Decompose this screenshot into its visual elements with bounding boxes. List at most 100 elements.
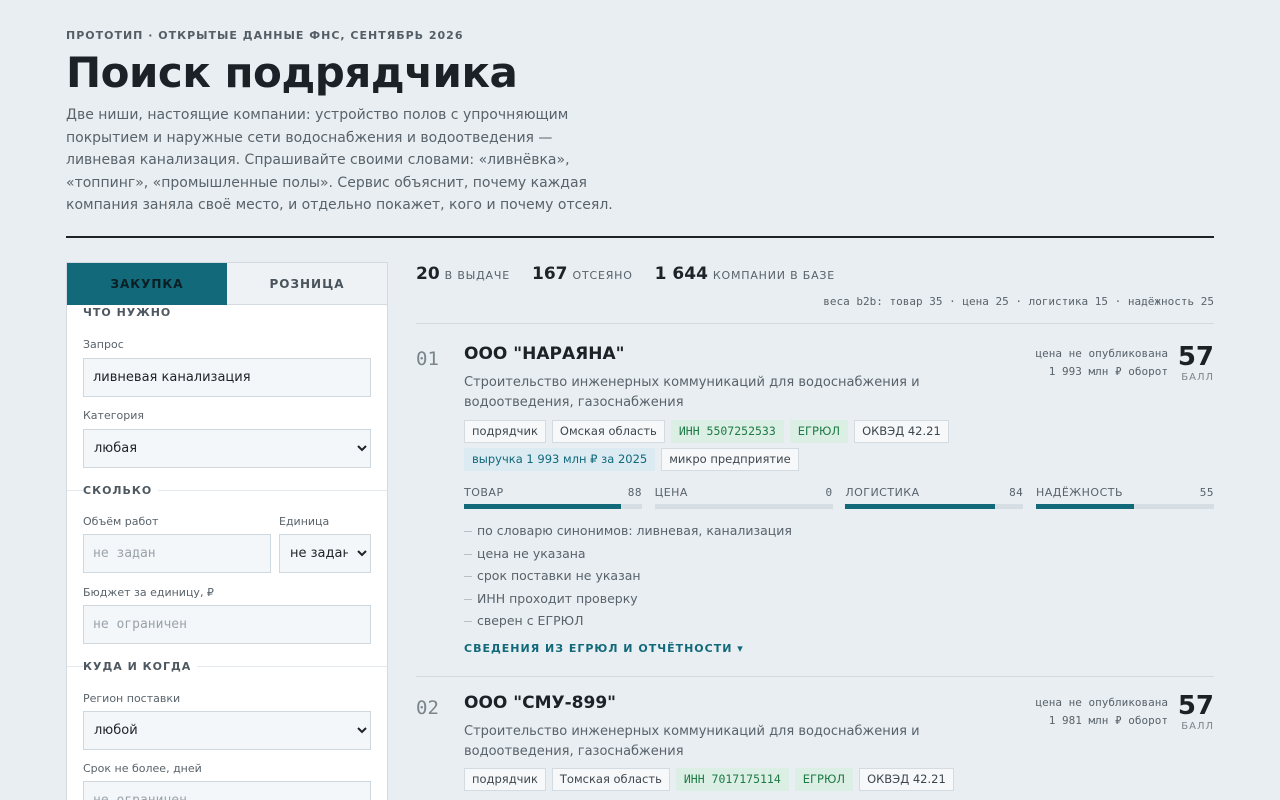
stat-value: 1 644 — [654, 264, 708, 284]
tag-row: выручка 1 993 млн ₽ за 2025 микро предпр… — [464, 448, 805, 471]
score-bars: ТОВАР 88 ЦЕНА 0 ЛОГИСТИКА 84 НАДЁЖНОСТЬ 55 — [464, 486, 1214, 509]
reason-item: ИНН проходит проверку — [464, 588, 792, 611]
bar-track — [464, 504, 642, 509]
bar-value: 55 — [1199, 486, 1214, 499]
tag-inn: ИНН 7017175114 — [675, 768, 789, 791]
region-label: Регион поставки — [83, 692, 181, 705]
tag-row: подрядчик Томская область ИНН 7017175114… — [464, 768, 960, 791]
result-card: 02 ООО "СМУ-899" Строительство инженерны… — [416, 691, 1214, 800]
category-select[interactable]: любая — [83, 429, 371, 468]
bar-track — [845, 504, 1024, 509]
company-description: Строительство инженерных коммуникаций дл… — [464, 724, 920, 759]
reasons-list: по словарю синонимов: ливневая, канализа… — [464, 520, 792, 633]
tag-okved: ОКВЭД 42.21 — [854, 420, 949, 443]
bar-product: ТОВАР 88 — [464, 486, 642, 509]
company-description: Строительство инженерных коммуникаций дл… — [464, 375, 920, 410]
bar-label: ТОВАР — [464, 486, 504, 499]
result-rank: 01 — [416, 348, 439, 370]
stat-label: В ВЫДАЧЕ — [444, 269, 510, 282]
tag-region: Томская область — [551, 768, 670, 791]
turnover: 1 981 млн ₽ оборот — [1048, 714, 1168, 727]
result-rank: 02 — [416, 697, 439, 719]
filter-panel: ЗАКУПКА РОЗНИЦА ЧТО НУЖНО Запрос Категор… — [66, 262, 388, 800]
bar-label: ЛОГИСТИКА — [845, 486, 920, 499]
bar-price: ЦЕНА 0 — [654, 486, 833, 509]
header-divider — [66, 236, 1214, 238]
stat-label: КОМПАНИИ В БАЗЕ — [712, 269, 836, 282]
price-info: цена не опубликована 1 981 млн ₽ оборот — [1036, 694, 1168, 730]
bar-logistics: ЛОГИСТИКА 84 — [845, 486, 1024, 509]
stat-value: 167 — [531, 264, 568, 284]
budget-label: Бюджет за единицу, ₽ — [83, 586, 214, 599]
score-label: БАЛЛ — [1181, 372, 1214, 383]
price-status: цена не опубликована — [1035, 696, 1168, 709]
bar-value: 0 — [825, 486, 833, 499]
page-lead: Две ниши, настоящие компании: устройство… — [66, 107, 613, 213]
category-label: Категория — [83, 409, 144, 422]
company-name[interactable]: ООО "НАРАЯНА" — [464, 344, 624, 364]
tag-region: Омская область — [551, 420, 665, 443]
bar-value: 84 — [1009, 486, 1024, 499]
bar-fill — [464, 504, 621, 509]
bar-fill — [1035, 504, 1134, 509]
deadline-input[interactable] — [83, 781, 371, 800]
bar-label: НАДЁЖНОСТЬ — [1035, 486, 1124, 499]
stat-value: 20 — [416, 264, 440, 284]
volume-label: Объём работ — [83, 515, 159, 528]
reason-item: цена не указана — [464, 543, 792, 566]
card-divider — [416, 676, 1214, 677]
query-input[interactable] — [83, 358, 371, 397]
region-select[interactable]: любой — [83, 711, 371, 750]
score-label: БАЛЛ — [1181, 721, 1214, 732]
deadline-label: Срок не более, дней — [83, 762, 202, 775]
tag-okved: ОКВЭД 42.21 — [859, 768, 954, 791]
results-divider — [416, 323, 1214, 324]
bar-track — [1035, 504, 1214, 509]
price-info: цена не опубликована 1 993 млн ₽ оборот — [1036, 345, 1168, 381]
weights-info: веса b2b: товар 35 · цена 25 · логистика… — [823, 295, 1214, 308]
unit-select[interactable]: не задан — [279, 534, 371, 573]
tag-role: подрядчик — [464, 420, 546, 443]
score: 57 БАЛЛ — [1178, 342, 1214, 383]
bar-track — [654, 504, 833, 509]
section-where-when: КУДА И КОГДА Регион поставки любой Срок … — [67, 660, 387, 800]
details-toggle[interactable]: СВЕДЕНИЯ ИЗ ЕГРЮЛ И ОТЧЁТНОСТИ ▾ — [464, 642, 744, 655]
turnover: 1 993 млн ₽ оборот — [1048, 365, 1168, 378]
score: 57 БАЛЛ — [1178, 691, 1214, 732]
tag-inn: ИНН 5507252533 — [670, 420, 784, 443]
section-how-much: СКОЛЬКО Объём работ Единица не задан Бюд… — [67, 484, 387, 666]
stat-label: ОТСЕЯНО — [572, 269, 633, 282]
reason-item: срок поставки не указан — [464, 565, 792, 588]
stat-filtered: 167 ОТСЕЯНО — [532, 264, 633, 284]
budget-input[interactable] — [83, 605, 371, 644]
reason-item: сверен с ЕГРЮЛ — [464, 610, 792, 633]
page-title: Поиск подрядчика — [66, 48, 518, 97]
result-stats: 20 В ВЫДАЧЕ 167 ОТСЕЯНО 1 644 КОМПАНИИ В… — [416, 264, 857, 284]
stat-total: 1 644 КОМПАНИИ В БАЗЕ — [655, 264, 835, 284]
bar-fill — [845, 504, 995, 509]
bar-label: ЦЕНА — [654, 486, 688, 499]
tag-role: подрядчик — [464, 768, 546, 791]
bar-reliability: НАДЁЖНОСТЬ 55 — [1035, 486, 1214, 509]
mode-tabs: ЗАКУПКА РОЗНИЦА — [67, 263, 387, 305]
score-value: 57 — [1177, 342, 1214, 372]
result-card: 01 ООО "НАРАЯНА" Строительство инженерны… — [416, 342, 1214, 678]
price-status: цена не опубликована — [1035, 347, 1168, 360]
eyebrow: ПРОТОТИП · ОТКРЫТЫЕ ДАННЫЕ ФНС, СЕНТЯБРЬ… — [66, 29, 464, 42]
tag-egrul: ЕГРЮЛ — [794, 768, 854, 791]
tag-size: микро предприятие — [661, 448, 799, 471]
tab-retail[interactable]: РОЗНИЦА — [227, 263, 387, 305]
section-what: ЧТО НУЖНО Запрос Категория любая — [67, 305, 387, 490]
company-name[interactable]: ООО "СМУ-899" — [464, 693, 616, 713]
bar-value: 88 — [627, 486, 642, 499]
volume-input[interactable] — [83, 534, 271, 573]
reason-item: по словарю синонимов: ливневая, канализа… — [464, 520, 792, 543]
stat-shown: 20 В ВЫДАЧЕ — [416, 264, 510, 284]
unit-label: Единица — [279, 515, 330, 528]
section-title-how-much: СКОЛЬКО — [83, 484, 159, 497]
tag-row: подрядчик Омская область ИНН 5507252533 … — [464, 420, 955, 443]
tag-revenue: выручка 1 993 млн ₽ за 2025 — [464, 448, 656, 471]
tab-purchase[interactable]: ЗАКУПКА — [67, 263, 227, 305]
tag-egrul: ЕГРЮЛ — [789, 420, 849, 443]
score-value: 57 — [1177, 691, 1214, 721]
